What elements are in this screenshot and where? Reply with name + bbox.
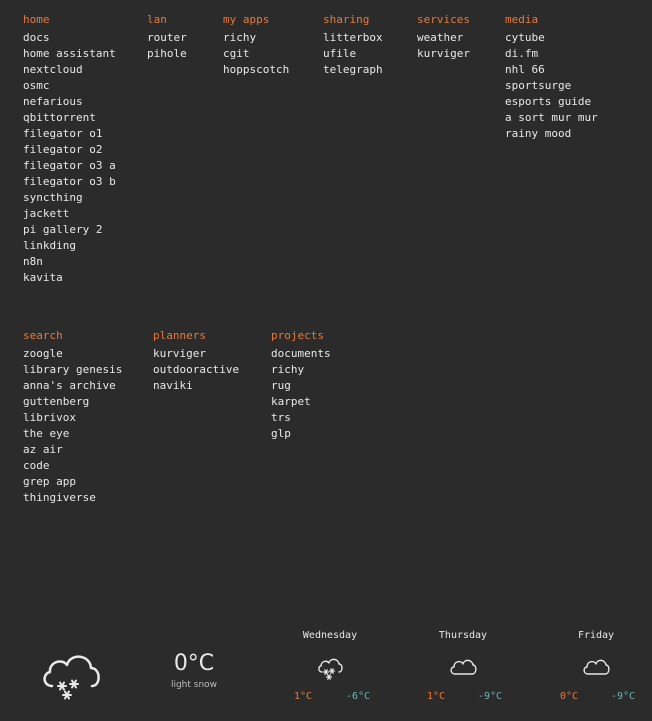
group-title-services: services xyxy=(417,13,470,26)
group-title-home: home xyxy=(23,13,50,26)
link-filegator-o1[interactable]: filegator o1 xyxy=(23,126,116,142)
link-nhl-66[interactable]: nhl 66 xyxy=(505,62,598,78)
link-osmc[interactable]: osmc xyxy=(23,78,116,94)
group-title-search: search xyxy=(23,329,63,342)
link-rainy-mood[interactable]: rainy mood xyxy=(505,126,598,142)
link-di-fm[interactable]: di.fm xyxy=(505,46,598,62)
group-services: services weather kurviger xyxy=(417,12,470,62)
group-search: search zoogle library genesis anna's arc… xyxy=(23,328,122,506)
link-project-richy[interactable]: richy xyxy=(271,362,331,378)
link-nefarious[interactable]: nefarious xyxy=(23,94,116,110)
group-sharing: sharing litterbox ufile telegraph xyxy=(323,12,383,78)
link-home-assistant[interactable]: home assistant xyxy=(23,46,116,62)
link-sportsurge[interactable]: sportsurge xyxy=(505,78,598,94)
link-grep-app[interactable]: grep app xyxy=(23,474,122,490)
link-documents[interactable]: documents xyxy=(271,346,331,362)
group-title-media: media xyxy=(505,13,539,26)
group-home: home docs home assistant nextcloud osmc … xyxy=(23,12,116,286)
group-planners: planners kurviger outdooractive naviki xyxy=(153,328,239,394)
cloud-snow-icon xyxy=(43,655,100,700)
link-n8n[interactable]: n8n xyxy=(23,254,116,270)
link-list-home: docs home assistant nextcloud osmc nefar… xyxy=(23,30,116,286)
link-cytube[interactable]: cytube xyxy=(505,30,598,46)
link-naviki[interactable]: naviki xyxy=(153,378,239,394)
link-a-sort-mur-mur[interactable]: a sort mur mur xyxy=(505,110,598,126)
link-code[interactable]: code xyxy=(23,458,122,474)
cloud-icon xyxy=(583,659,610,675)
link-syncthing[interactable]: syncthing xyxy=(23,190,116,206)
group-lan: lan router pihole xyxy=(147,12,187,62)
link-richy[interactable]: richy xyxy=(223,30,289,46)
link-list-lan: router pihole xyxy=(147,30,187,62)
link-litterbox[interactable]: litterbox xyxy=(323,30,383,46)
link-esports-guide[interactable]: esports guide xyxy=(505,94,598,110)
link-list-projects: documents richy rug karpet trs glp xyxy=(271,346,331,442)
forecast-day-name: Wednesday xyxy=(302,630,358,641)
forecast-low: -9°C xyxy=(611,691,636,702)
link-planner-kurviger[interactable]: kurviger xyxy=(153,346,239,362)
link-pihole[interactable]: pihole xyxy=(147,46,187,62)
group-title-planners: planners xyxy=(153,329,206,342)
link-nextcloud[interactable]: nextcloud xyxy=(23,62,116,78)
link-cgit[interactable]: cgit xyxy=(223,46,289,62)
link-trs[interactable]: trs xyxy=(271,410,331,426)
link-pi-gallery-2[interactable]: pi gallery 2 xyxy=(23,222,116,238)
link-karpet[interactable]: karpet xyxy=(271,394,331,410)
group-title-projects: projects xyxy=(271,329,324,342)
link-guttenberg[interactable]: guttenberg xyxy=(23,394,122,410)
group-projects: projects documents richy rug karpet trs … xyxy=(271,328,331,442)
forecast-day-name: Thursday xyxy=(438,630,488,641)
cloud-snow-icon xyxy=(318,658,343,680)
group-title-lan: lan xyxy=(147,13,167,26)
link-telegraph[interactable]: telegraph xyxy=(323,62,383,78)
link-rug[interactable]: rug xyxy=(271,378,331,394)
link-jackett[interactable]: jackett xyxy=(23,206,116,222)
link-glp[interactable]: glp xyxy=(271,426,331,442)
group-media: media cytube di.fm nhl 66 sportsurge esp… xyxy=(505,12,598,142)
link-filegator-o3-b[interactable]: filegator o3 b xyxy=(23,174,116,190)
weather-widget: 0°C light snow Wednesday 1°C -6°C Thursd… xyxy=(0,620,652,721)
forecast-high: 1°C xyxy=(427,691,446,702)
link-library-genesis[interactable]: library genesis xyxy=(23,362,122,378)
group-my-apps: my apps richy cgit hoppscotch xyxy=(223,12,289,78)
link-list-sharing: litterbox ufile telegraph xyxy=(323,30,383,78)
cloud-icon xyxy=(450,659,477,675)
link-list-services: weather kurviger xyxy=(417,30,470,62)
forecast-high: 0°C xyxy=(560,691,579,702)
forecast-low: -6°C xyxy=(346,691,371,702)
forecast-day-name: Friday xyxy=(577,630,615,641)
link-az-air[interactable]: az air xyxy=(23,442,122,458)
link-the-eye[interactable]: the eye xyxy=(23,426,122,442)
link-outdooractive[interactable]: outdooractive xyxy=(153,362,239,378)
link-zoogle[interactable]: zoogle xyxy=(23,346,122,362)
link-router[interactable]: router xyxy=(147,30,187,46)
link-qbittorrent[interactable]: qbittorrent xyxy=(23,110,116,126)
link-docs[interactable]: docs xyxy=(23,30,116,46)
link-annas-archive[interactable]: anna's archive xyxy=(23,378,122,394)
forecast-low: -9°C xyxy=(478,691,503,702)
start-page: home docs home assistant nextcloud osmc … xyxy=(0,0,652,721)
group-title-sharing: sharing xyxy=(323,13,370,26)
link-list-my-apps: richy cgit hoppscotch xyxy=(223,30,289,78)
link-hoppscotch[interactable]: hoppscotch xyxy=(223,62,289,78)
link-linkding[interactable]: linkding xyxy=(23,238,116,254)
link-weather[interactable]: weather xyxy=(417,30,470,46)
forecast-high: 1°C xyxy=(294,691,313,702)
link-list-search: zoogle library genesis anna's archive gu… xyxy=(23,346,122,506)
link-list-media: cytube di.fm nhl 66 sportsurge esports g… xyxy=(505,30,598,142)
current-description: light snow xyxy=(170,680,218,690)
current-temperature: 0°C xyxy=(173,651,215,676)
link-ufile[interactable]: ufile xyxy=(323,46,383,62)
link-kurviger[interactable]: kurviger xyxy=(417,46,470,62)
group-title-my-apps: my apps xyxy=(223,13,270,26)
link-list-planners: kurviger outdooractive naviki xyxy=(153,346,239,394)
link-thingiverse[interactable]: thingiverse xyxy=(23,490,122,506)
link-librivox[interactable]: librivox xyxy=(23,410,122,426)
link-filegator-o2[interactable]: filegator o2 xyxy=(23,142,116,158)
link-kavita[interactable]: kavita xyxy=(23,270,116,286)
link-filegator-o3-a[interactable]: filegator o3 a xyxy=(23,158,116,174)
